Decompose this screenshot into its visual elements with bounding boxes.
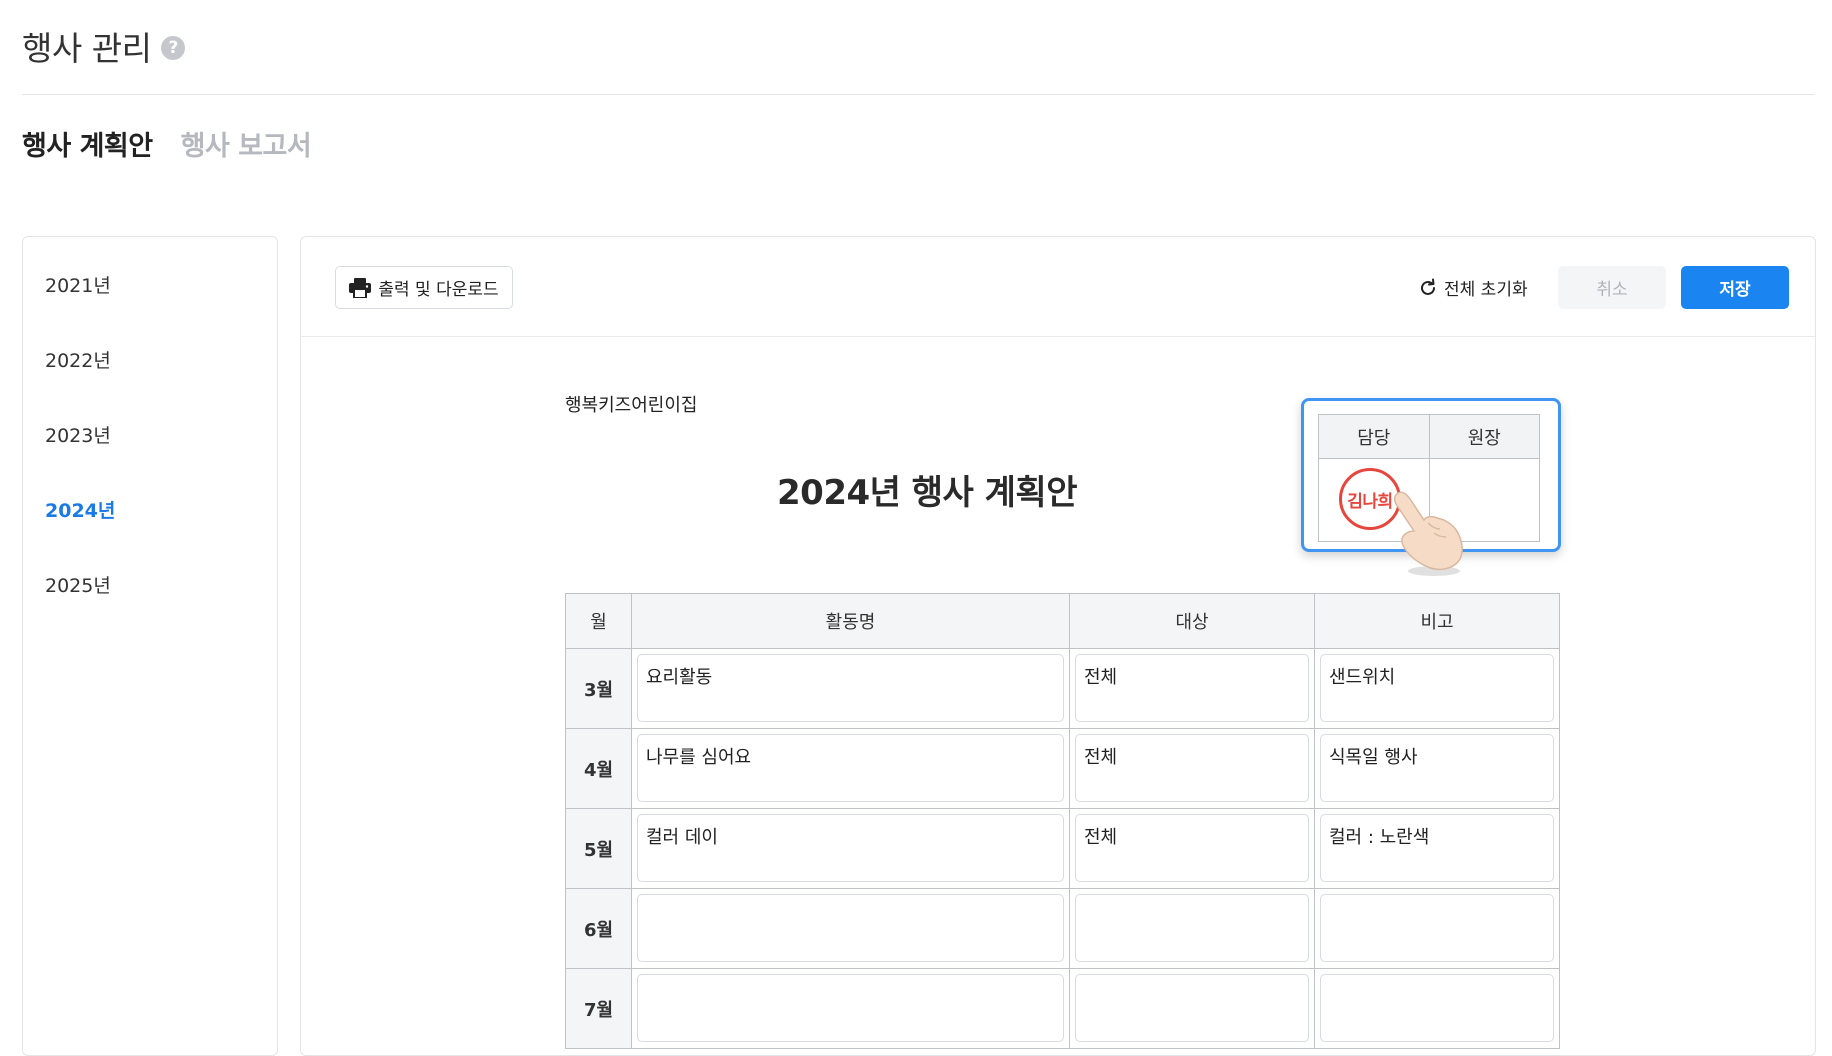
save-button[interactable]: 저장 — [1681, 266, 1789, 309]
year-item-2022[interactable]: 2022년 — [45, 346, 111, 373]
activity-cell — [631, 968, 1070, 1049]
month-cell: 6월 — [565, 888, 632, 969]
target-cell — [1069, 968, 1315, 1049]
year-item-2024[interactable]: 2024년 — [45, 496, 115, 523]
page-header: 행사 관리 ? — [22, 22, 186, 70]
year-item-2023[interactable]: 2023년 — [45, 421, 111, 448]
table-row: 5월 컬러 데이 전체 컬러 : 노란색 — [565, 808, 1560, 889]
activity-cell: 요리활동 — [631, 648, 1070, 729]
tab-bar: 행사 계획안 행사 보고서 — [22, 124, 312, 163]
note-input[interactable]: 식목일 행사 — [1320, 734, 1554, 802]
note-input[interactable]: 컬러 : 노란색 — [1320, 814, 1554, 882]
note-cell: 컬러 : 노란색 — [1314, 808, 1560, 889]
column-header-note: 비고 — [1314, 593, 1560, 649]
tab-event-report[interactable]: 행사 보고서 — [181, 124, 312, 163]
year-item-2021[interactable]: 2021년 — [45, 271, 111, 298]
table-row: 6월 — [565, 888, 1560, 969]
reset-all-button[interactable]: 전체 초기화 — [1418, 266, 1538, 309]
printer-icon — [349, 277, 372, 298]
organization-name: 행복키즈어린이집 — [565, 395, 698, 416]
reset-all-label: 전체 초기화 — [1444, 280, 1528, 300]
year-item-2025[interactable]: 2025년 — [45, 571, 111, 598]
table-row: 7월 — [565, 968, 1560, 1049]
target-input[interactable] — [1075, 894, 1309, 962]
print-download-button[interactable]: 출력 및 다운로드 — [335, 266, 513, 309]
table-row: 4월 나무를 심어요 전체 식목일 행사 — [565, 728, 1560, 809]
refresh-icon — [1421, 278, 1435, 295]
activity-input[interactable] — [637, 894, 1064, 962]
help-icon[interactable]: ? — [161, 36, 186, 60]
month-cell: 5월 — [565, 808, 632, 889]
cancel-button[interactable]: 취소 — [1558, 266, 1666, 309]
tab-event-plan[interactable]: 행사 계획안 — [22, 124, 153, 163]
table-header-row: 월 활동명 대상 비고 — [565, 593, 1560, 649]
activity-cell: 컬러 데이 — [631, 808, 1070, 889]
hand-pointer-icon — [1393, 491, 1463, 576]
month-cell: 7월 — [565, 968, 632, 1049]
note-cell: 샌드위치 — [1314, 648, 1560, 729]
target-input[interactable] — [1075, 974, 1309, 1042]
print-download-label: 출력 및 다운로드 — [378, 280, 499, 300]
activity-cell: 나무를 심어요 — [631, 728, 1070, 809]
column-header-activity: 활동명 — [631, 593, 1070, 649]
table-row: 3월 요리활동 전체 샌드위치 — [565, 648, 1560, 729]
note-cell: 식목일 행사 — [1314, 728, 1560, 809]
column-header-target: 대상 — [1069, 593, 1315, 649]
target-input[interactable]: 전체 — [1075, 654, 1309, 722]
note-cell — [1314, 968, 1560, 1049]
event-plan-panel: 출력 및 다운로드 전체 초기화 취소 저장 행복키즈어린이집 2024년 행사… — [300, 236, 1816, 1056]
note-input[interactable] — [1320, 974, 1554, 1042]
target-input[interactable]: 전체 — [1075, 734, 1309, 802]
target-input[interactable]: 전체 — [1075, 814, 1309, 882]
month-cell: 4월 — [565, 728, 632, 809]
target-cell: 전체 — [1069, 728, 1315, 809]
approval-header-manager: 담당 — [1318, 414, 1430, 459]
page-title: 행사 관리 — [22, 29, 152, 68]
toolbar: 출력 및 다운로드 전체 초기화 취소 저장 — [301, 237, 1815, 337]
note-cell — [1314, 888, 1560, 969]
approval-header-director: 원장 — [1428, 414, 1540, 459]
activity-input[interactable]: 나무를 심어요 — [637, 734, 1064, 802]
event-plan-table: 월 활동명 대상 비고 3월 요리활동 전체 샌드위치 4월 나무를 심어요 전… — [565, 593, 1560, 1049]
activity-input[interactable] — [637, 974, 1064, 1042]
month-cell: 3월 — [565, 648, 632, 729]
year-sidebar: 2021년 2022년 2023년 2024년 2025년 — [22, 236, 278, 1056]
activity-input[interactable]: 요리활동 — [637, 654, 1064, 722]
target-cell — [1069, 888, 1315, 969]
note-input[interactable]: 샌드위치 — [1320, 654, 1554, 722]
target-cell: 전체 — [1069, 648, 1315, 729]
document-title: 2024년 행사 계획안 — [777, 473, 1077, 513]
activity-input[interactable]: 컬러 데이 — [637, 814, 1064, 882]
column-header-month: 월 — [565, 593, 632, 649]
activity-cell — [631, 888, 1070, 969]
target-cell: 전체 — [1069, 808, 1315, 889]
header-divider — [22, 94, 1814, 95]
note-input[interactable] — [1320, 894, 1554, 962]
